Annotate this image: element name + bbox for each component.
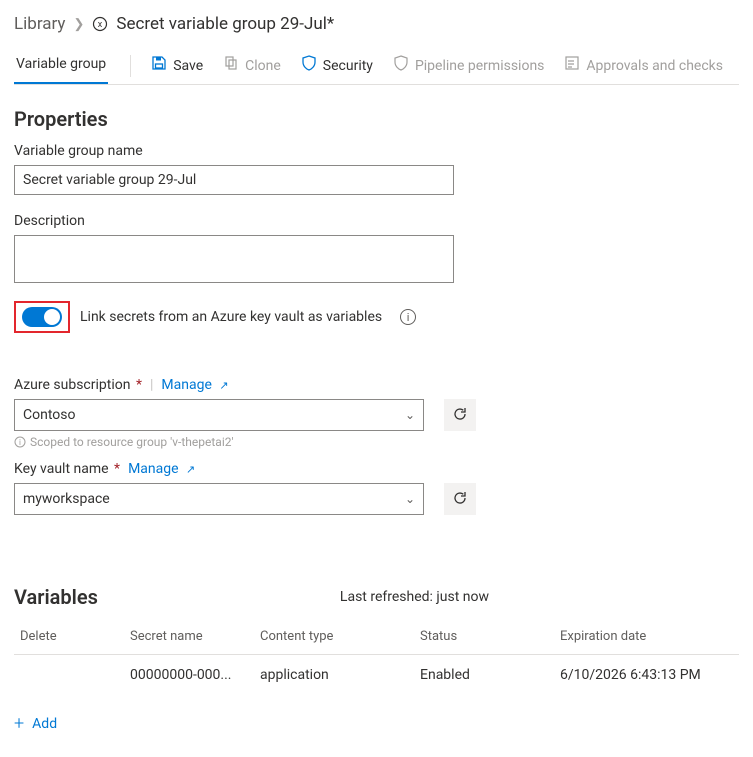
- chevron-down-icon: ⌄: [405, 492, 415, 506]
- vg-name-input[interactable]: [14, 165, 454, 195]
- subscription-refresh-button[interactable]: [444, 399, 476, 431]
- last-refreshed-text: Last refreshed: just now: [340, 589, 489, 605]
- tab-variable-group[interactable]: Variable group: [14, 48, 108, 84]
- refresh-icon: [452, 490, 468, 509]
- subscription-value: Contoso: [23, 407, 75, 423]
- save-icon: [151, 55, 167, 77]
- pipeline-permissions-label: Pipeline permissions: [415, 56, 544, 76]
- clone-button: Clone: [213, 51, 291, 81]
- external-link-icon: ↗: [186, 463, 195, 476]
- link-keyvault-label: Link secrets from an Azure key vault as …: [80, 309, 382, 325]
- link-keyvault-toggle[interactable]: [22, 307, 62, 327]
- description-input[interactable]: [14, 235, 454, 283]
- link-keyvault-toggle-highlight: [14, 301, 70, 333]
- col-status[interactable]: Status: [414, 619, 554, 655]
- cell-expiration: 6/10/2026 6:43:13 PM: [554, 655, 739, 696]
- keyvault-value: myworkspace: [23, 491, 110, 507]
- cell-secret-name: 00000000-000...: [124, 655, 254, 696]
- subscription-scope-hint: i Scoped to resource group 'v-thepetai2': [14, 435, 739, 449]
- clone-label: Clone: [245, 56, 281, 76]
- keyvault-select[interactable]: myworkspace ⌄: [14, 483, 424, 515]
- add-variable-button[interactable]: + Add: [14, 715, 57, 733]
- cell-status: Enabled: [414, 655, 554, 696]
- col-content-type[interactable]: Content type: [254, 619, 414, 655]
- col-delete: Delete: [14, 619, 124, 655]
- breadcrumb-library-link[interactable]: Library: [14, 14, 65, 34]
- vg-name-label: Variable group name: [14, 143, 739, 159]
- subscription-select[interactable]: Contoso ⌄: [14, 399, 424, 431]
- shield-icon: [393, 55, 409, 77]
- col-expiration[interactable]: Expiration date: [554, 619, 739, 655]
- pipeline-permissions-button: Pipeline permissions: [383, 51, 554, 81]
- save-button[interactable]: Save: [141, 51, 213, 81]
- subscription-label: Azure subscription *: [14, 377, 142, 393]
- properties-heading: Properties: [14, 107, 739, 131]
- svg-text:x: x: [98, 20, 103, 30]
- tab-toolbar-row: Variable group Save Clone Security Pipel…: [14, 48, 739, 85]
- svg-text:i: i: [19, 438, 21, 447]
- variables-table: Delete Secret name Content type Status E…: [14, 619, 739, 695]
- keyvault-label: Key vault name *: [14, 461, 120, 477]
- approvals-checks-label: Approvals and checks: [586, 56, 723, 76]
- checklist-icon: [564, 55, 580, 77]
- toolbar-separator: [130, 55, 131, 77]
- variables-heading: Variables: [14, 585, 98, 609]
- keyvault-manage-link[interactable]: Manage ↗: [128, 461, 195, 477]
- clone-icon: [223, 55, 239, 77]
- cell-content-type: application: [254, 655, 414, 696]
- keyvault-refresh-button[interactable]: [444, 483, 476, 515]
- chevron-down-icon: ⌄: [405, 408, 415, 422]
- col-secret-name[interactable]: Secret name: [124, 619, 254, 655]
- page-title: Secret variable group 29-Jul*: [116, 14, 334, 34]
- external-link-icon: ↗: [219, 379, 228, 392]
- security-button[interactable]: Security: [291, 51, 383, 81]
- add-label: Add: [32, 716, 57, 732]
- save-label: Save: [173, 56, 203, 76]
- table-row[interactable]: 00000000-000... application Enabled 6/10…: [14, 655, 739, 696]
- info-icon: i: [14, 436, 26, 448]
- cell-delete[interactable]: [14, 655, 124, 696]
- approvals-checks-button: Approvals and checks: [554, 51, 733, 81]
- breadcrumb: Library ❯ x Secret variable group 29-Jul…: [14, 14, 739, 34]
- plus-icon: +: [14, 715, 24, 733]
- shield-icon: [301, 55, 317, 77]
- variable-group-icon: x: [92, 16, 108, 32]
- info-icon[interactable]: i: [400, 309, 416, 325]
- subscription-manage-link[interactable]: Manage ↗: [161, 377, 228, 393]
- description-label: Description: [14, 213, 739, 229]
- security-label: Security: [323, 56, 373, 76]
- refresh-icon: [452, 406, 468, 425]
- chevron-right-icon: ❯: [73, 17, 84, 32]
